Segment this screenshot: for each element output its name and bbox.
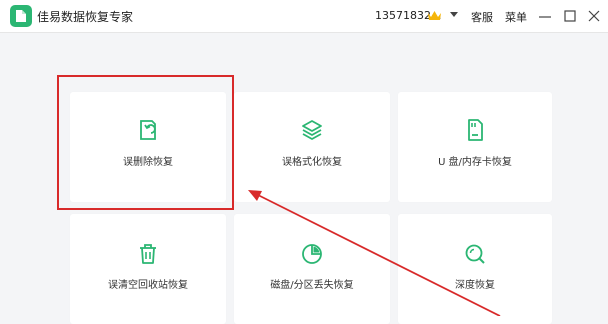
- customer-service-link[interactable]: 客服: [471, 9, 493, 25]
- card-label: 深度恢复: [455, 280, 495, 291]
- card-recycle-bin-recovery[interactable]: 误清空回收站恢复: [70, 214, 226, 324]
- layers-icon: [302, 120, 322, 140]
- card-label: 误格式化恢复: [282, 157, 342, 168]
- disk-partition-icon: [302, 244, 322, 264]
- app-title: 佳易数据恢复专家: [37, 10, 134, 24]
- card-label: 误清空回收站恢复: [108, 280, 188, 291]
- card-label: 误删除恢复: [123, 157, 173, 168]
- trash-icon: [140, 244, 156, 264]
- card-deleted-recovery[interactable]: 误删除恢复: [70, 92, 226, 202]
- menu-link[interactable]: 菜单: [505, 9, 527, 25]
- account-dropdown-icon[interactable]: [450, 12, 458, 18]
- minimize-icon[interactable]: [537, 8, 553, 24]
- deleted-file-restore-icon: [140, 120, 156, 140]
- maximize-icon[interactable]: [562, 8, 578, 24]
- card-label: 磁盘/分区丢失恢复: [270, 280, 354, 291]
- vip-crown-icon: [428, 11, 441, 20]
- deep-search-icon: [465, 244, 485, 264]
- title-bar: 佳易数据恢复专家 13571832... 客服 菜单: [0, 0, 608, 33]
- card-deep-recovery[interactable]: 深度恢复: [398, 214, 552, 324]
- close-icon[interactable]: [586, 8, 602, 24]
- app-logo-icon: [10, 5, 32, 27]
- card-format-recovery[interactable]: 误格式化恢复: [234, 92, 390, 202]
- card-usb-sd-recovery[interactable]: U 盘/内存卡恢复: [398, 92, 552, 202]
- sd-card-icon: [468, 119, 483, 141]
- card-partition-recovery[interactable]: 磁盘/分区丢失恢复: [234, 214, 390, 324]
- card-label: U 盘/内存卡恢复: [438, 157, 512, 168]
